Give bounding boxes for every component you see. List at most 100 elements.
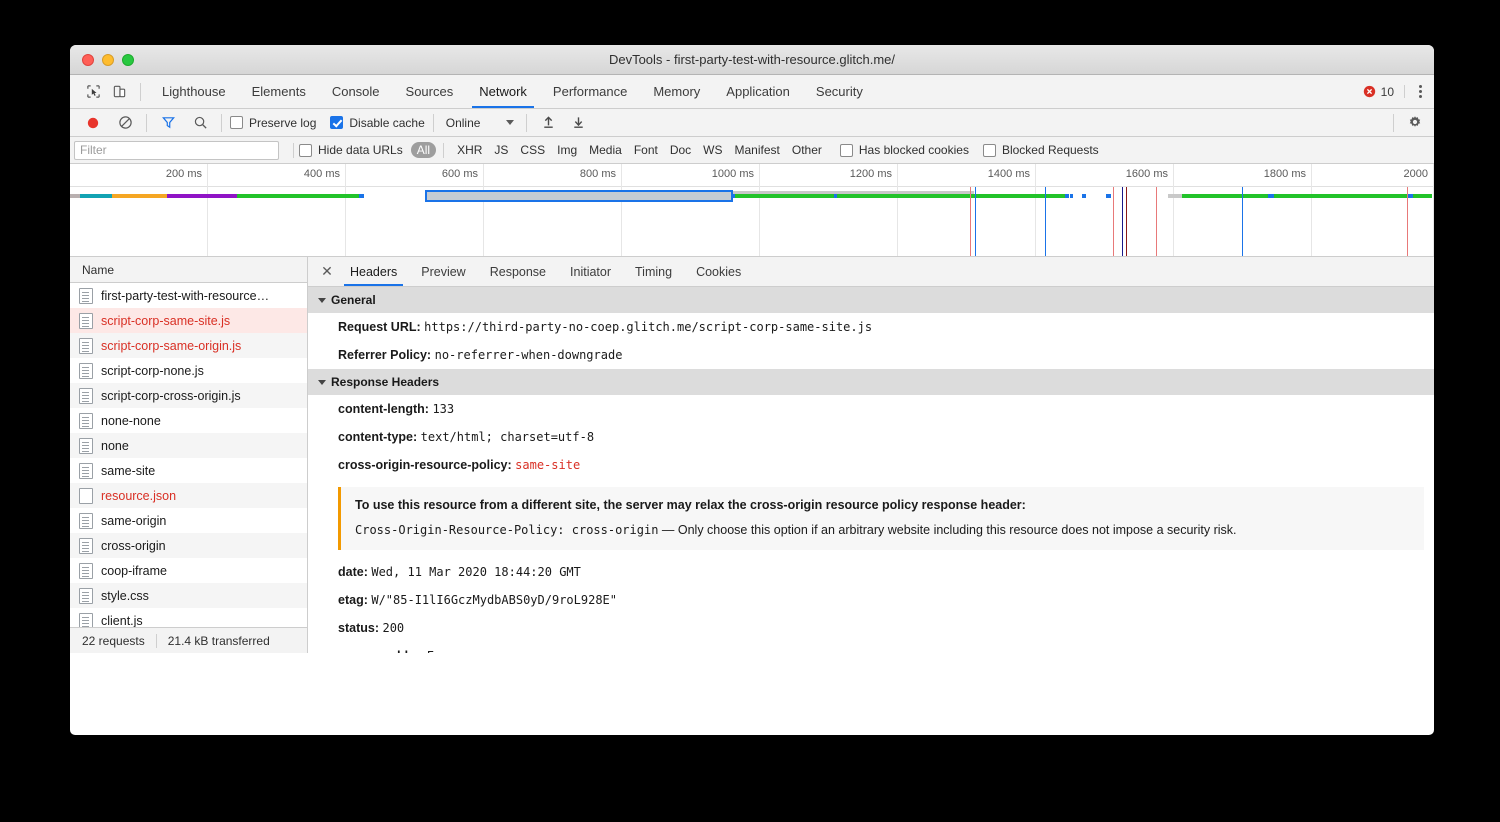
- header-value: Express: [427, 649, 478, 653]
- filter-type-doc[interactable]: Doc: [664, 142, 697, 158]
- tab-label: Memory: [653, 84, 700, 99]
- tab-sources[interactable]: Sources: [393, 75, 467, 108]
- overview-tick-label: 1400 ms: [988, 168, 1035, 180]
- hide-data-urls-checkbox[interactable]: Hide data URLs: [299, 143, 403, 157]
- tab-application[interactable]: Application: [713, 75, 803, 108]
- table-row[interactable]: resource.json: [70, 483, 307, 508]
- general-section-header[interactable]: General: [308, 287, 1434, 313]
- header-key: cross-origin-resource-policy:: [338, 458, 512, 472]
- filter-type-css[interactable]: CSS: [514, 142, 551, 158]
- error-count-badge[interactable]: 10: [1363, 85, 1400, 99]
- disable-cache-checkbox[interactable]: Disable cache: [330, 116, 424, 130]
- filter-type-ws[interactable]: WS: [697, 142, 728, 158]
- filter-type-media[interactable]: Media: [583, 142, 628, 158]
- tab-elements[interactable]: Elements: [239, 75, 319, 108]
- header-key: content-type:: [338, 430, 417, 444]
- traffic-lights: [70, 54, 134, 66]
- request-name: script-corp-same-site.js: [101, 314, 230, 328]
- request-name: cross-origin: [101, 539, 166, 553]
- requests-column-header[interactable]: Name: [70, 257, 307, 283]
- table-row[interactable]: client.js: [70, 608, 307, 627]
- document-icon: [79, 438, 93, 454]
- document-icon: [79, 388, 93, 404]
- table-row[interactable]: cross-origin: [70, 533, 307, 558]
- details-tab-label: Response: [490, 265, 546, 279]
- overview-selection-window[interactable]: [425, 190, 733, 202]
- close-window-button[interactable]: [82, 54, 94, 66]
- header-key: etag:: [338, 593, 368, 607]
- response-headers-section-header[interactable]: Response Headers: [308, 369, 1434, 395]
- blocked-requests-checkbox[interactable]: Blocked Requests: [983, 143, 1099, 157]
- table-row[interactable]: first-party-test-with-resource…: [70, 283, 307, 308]
- close-icon[interactable]: ✕: [316, 261, 338, 283]
- tab-cookies[interactable]: Cookies: [684, 257, 753, 286]
- preserve-log-checkbox[interactable]: Preserve log: [230, 116, 316, 130]
- document-icon: [79, 463, 93, 479]
- tab-initiator[interactable]: Initiator: [558, 257, 623, 286]
- table-row[interactable]: none: [70, 433, 307, 458]
- gear-icon[interactable]: [1402, 110, 1428, 136]
- throttling-select[interactable]: Online: [442, 115, 519, 131]
- table-row[interactable]: script-corp-same-site.js: [70, 308, 307, 333]
- tab-network[interactable]: Network: [466, 75, 540, 108]
- filter-type-img[interactable]: Img: [551, 142, 583, 158]
- network-body: Name first-party-test-with-resource… scr…: [70, 257, 1434, 653]
- filter-input[interactable]: [74, 141, 279, 160]
- device-toolbar-icon[interactable]: [106, 79, 132, 105]
- status-divider: [156, 634, 157, 648]
- request-name: script-corp-none.js: [101, 364, 204, 378]
- tab-memory[interactable]: Memory: [640, 75, 713, 108]
- record-button-icon[interactable]: [80, 110, 106, 136]
- overview-tick-label: 1800 ms: [1264, 168, 1311, 180]
- table-row[interactable]: style.css: [70, 583, 307, 608]
- table-row[interactable]: same-site: [70, 458, 307, 483]
- tab-lighthouse[interactable]: Lighthouse: [149, 75, 239, 108]
- tab-performance[interactable]: Performance: [540, 75, 640, 108]
- filter-type-font[interactable]: Font: [628, 142, 664, 158]
- document-icon: [79, 538, 93, 554]
- header-value: 200: [382, 621, 404, 635]
- tab-timing[interactable]: Timing: [623, 257, 684, 286]
- request-name: script-corp-cross-origin.js: [101, 389, 241, 403]
- table-row[interactable]: script-corp-cross-origin.js: [70, 383, 307, 408]
- inspect-cursor-icon[interactable]: [80, 79, 106, 105]
- clear-button-icon[interactable]: [112, 110, 138, 136]
- window-titlebar: DevTools - first-party-test-with-resourc…: [70, 45, 1434, 75]
- filter-funnel-icon[interactable]: [155, 110, 181, 136]
- details-tab-label: Timing: [635, 265, 672, 279]
- network-overview-timeline[interactable]: 200 ms 400 ms 600 ms 800 ms 1000 ms 1200…: [70, 164, 1434, 257]
- minimize-window-button[interactable]: [102, 54, 114, 66]
- search-icon[interactable]: [187, 110, 213, 136]
- callout-code: Cross-Origin-Resource-Policy: cross-orig…: [355, 523, 658, 537]
- table-row[interactable]: script-corp-same-origin.js: [70, 333, 307, 358]
- tab-label: Security: [816, 84, 863, 99]
- filter-type-other[interactable]: Other: [786, 142, 828, 158]
- filter-type-manifest[interactable]: Manifest: [729, 142, 786, 158]
- filter-type-js[interactable]: JS: [488, 142, 514, 158]
- table-row[interactable]: none-none: [70, 408, 307, 433]
- tab-console[interactable]: Console: [319, 75, 393, 108]
- filter-type-all[interactable]: All: [411, 142, 436, 158]
- details-tabstrip: ✕ Headers Preview Response Initiator Tim…: [308, 257, 1434, 287]
- table-row[interactable]: same-origin: [70, 508, 307, 533]
- tab-preview[interactable]: Preview: [409, 257, 477, 286]
- requests-status-bar: 22 requests 21.4 kB transferred: [70, 627, 307, 653]
- corp-advice-callout: To use this resource from a different si…: [338, 487, 1424, 550]
- requests-list[interactable]: first-party-test-with-resource… script-c…: [70, 283, 307, 627]
- tab-label: Sources: [406, 84, 454, 99]
- blocked-requests-label: Blocked Requests: [1002, 143, 1099, 157]
- tab-headers[interactable]: Headers: [338, 257, 409, 286]
- has-blocked-cookies-checkbox[interactable]: Has blocked cookies: [840, 143, 969, 157]
- table-row[interactable]: coop-iframe: [70, 558, 307, 583]
- tab-response[interactable]: Response: [478, 257, 558, 286]
- more-options-icon[interactable]: [1404, 85, 1426, 98]
- error-count-label: 10: [1381, 85, 1394, 99]
- export-har-icon[interactable]: [565, 110, 591, 136]
- import-har-icon[interactable]: [535, 110, 561, 136]
- chevron-down-icon: [318, 380, 326, 385]
- network-toolbar: Preserve log Disable cache Online: [70, 109, 1434, 137]
- tab-security[interactable]: Security: [803, 75, 876, 108]
- filter-type-xhr[interactable]: XHR: [451, 142, 488, 158]
- zoom-window-button[interactable]: [122, 54, 134, 66]
- table-row[interactable]: script-corp-none.js: [70, 358, 307, 383]
